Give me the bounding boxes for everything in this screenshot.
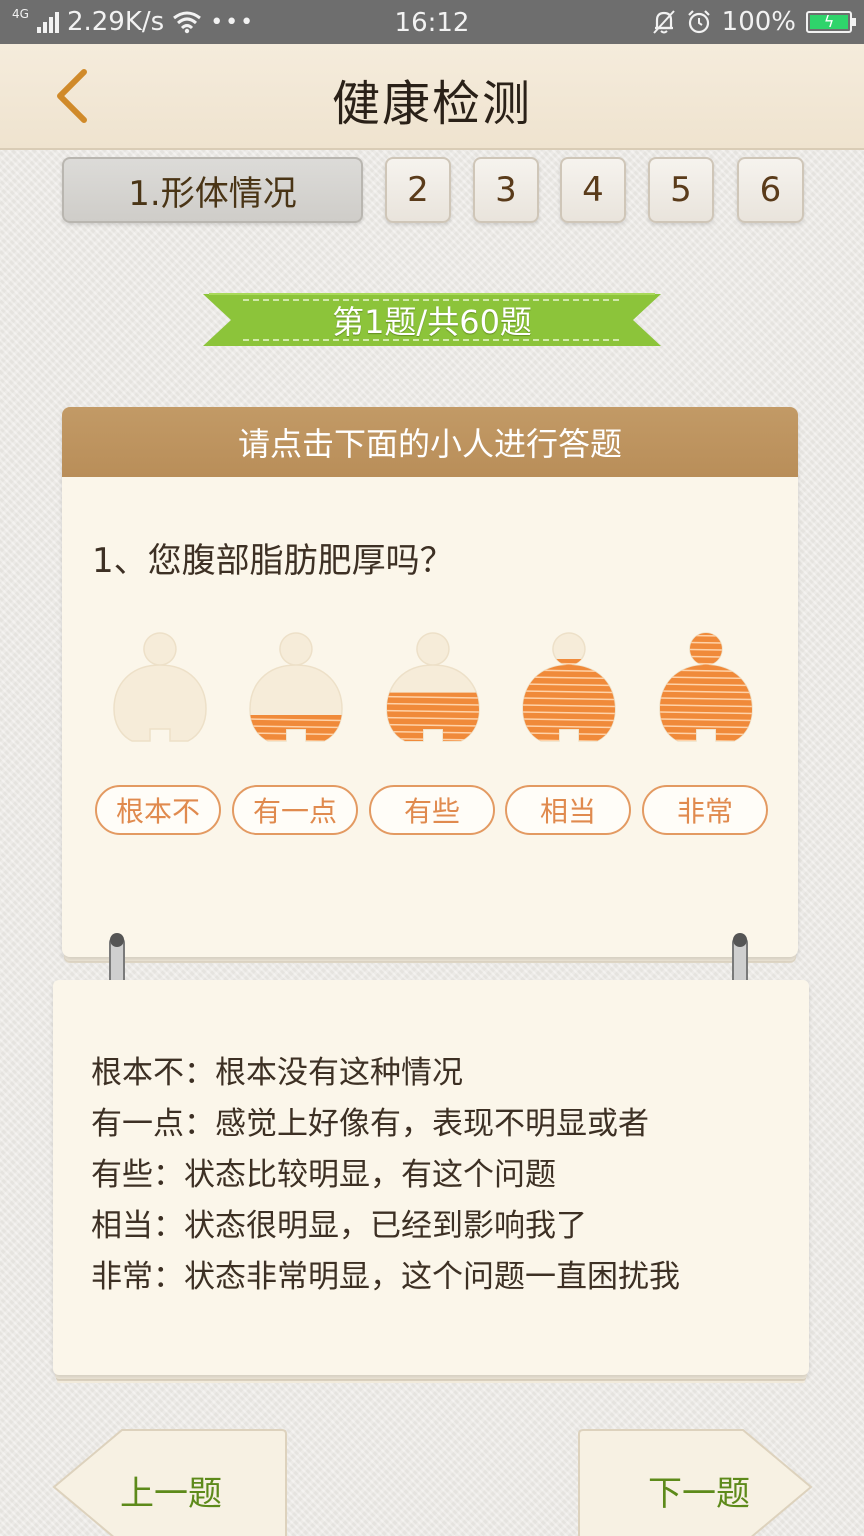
wifi-icon <box>173 11 202 34</box>
body-figure-icon[interactable] <box>656 629 756 749</box>
explanation-line: 有一点：感觉上好像有，表现不明显或者 <box>91 1106 649 1142</box>
progress-label: 第1题/共60题 <box>332 303 532 341</box>
battery-charging-icon: ϟ <box>806 11 856 33</box>
option-button[interactable]: 有些 <box>369 785 495 835</box>
body-figure-icon[interactable] <box>383 629 483 749</box>
body-figure-icon[interactable] <box>519 629 619 749</box>
bell-off-icon <box>652 10 675 34</box>
explanation-card: 根本不：根本没有这种情况 有一点：感觉上好像有，表现不明显或者 有些：状态比较明… <box>53 980 809 1375</box>
body-figure-icon[interactable] <box>110 629 210 749</box>
body-figure-icon[interactable] <box>246 629 346 749</box>
battery-percent: 100% <box>721 7 796 37</box>
option-button[interactable]: 有一点 <box>232 785 358 835</box>
tab-4[interactable]: 4 <box>560 157 626 223</box>
status-left: 4G 2.29K/s ••• <box>12 0 255 44</box>
option-button[interactable]: 根本不 <box>95 785 221 835</box>
answer-options: 根本不 有一点 有些 相当 非常 <box>62 785 798 837</box>
question-card: 请点击下面的小人进行答题 1、您腹部脂肪肥厚吗？ 根本不 有一点 有些 相当 非… <box>62 407 798 957</box>
tab-5[interactable]: 5 <box>648 157 714 223</box>
option-button[interactable]: 非常 <box>642 785 768 835</box>
explanation-line: 相当：状态很明显，已经到影响我了 <box>91 1208 587 1244</box>
signal-icon <box>36 11 59 33</box>
figure-row <box>62 629 798 749</box>
tab-6[interactable]: 6 <box>737 157 804 223</box>
explanation-line: 根本不：根本没有这种情况 <box>91 1055 463 1091</box>
question-card-header: 请点击下面的小人进行答题 <box>62 407 798 477</box>
section-tabs: 1.形体情况 2 3 4 5 6 <box>62 157 804 223</box>
network-speed: 2.29K/s <box>66 7 165 37</box>
prev-question-label: 上一题 <box>120 1474 222 1514</box>
network-type: 4G <box>12 7 29 21</box>
alarm-icon <box>687 10 710 34</box>
status-bar: 4G 2.29K/s ••• 16:12 100% ϟ <box>0 0 864 44</box>
tab-3[interactable]: 3 <box>473 157 539 223</box>
tab-2[interactable]: 2 <box>385 157 451 223</box>
explanation-line: 有些：状态比较明显，有这个问题 <box>91 1157 556 1193</box>
explanation-line: 非常：状态非常明显，这个问题一直困扰我 <box>91 1259 680 1295</box>
page-title: 健康检测 <box>331 76 532 132</box>
tab-1[interactable]: 1.形体情况 <box>62 157 363 223</box>
status-right: 100% ϟ <box>652 0 856 44</box>
more-dots: ••• <box>210 9 256 35</box>
next-question-label: 下一题 <box>648 1474 750 1514</box>
question-text: 1、您腹部脂肪肥厚吗？ <box>92 541 454 581</box>
option-button[interactable]: 相当 <box>505 785 631 835</box>
app-header: 健康检测 <box>0 44 864 150</box>
explanation-lines: 根本不：根本没有这种情况 有一点：感觉上好像有，表现不明显或者 有些：状态比较明… <box>91 1048 680 1303</box>
